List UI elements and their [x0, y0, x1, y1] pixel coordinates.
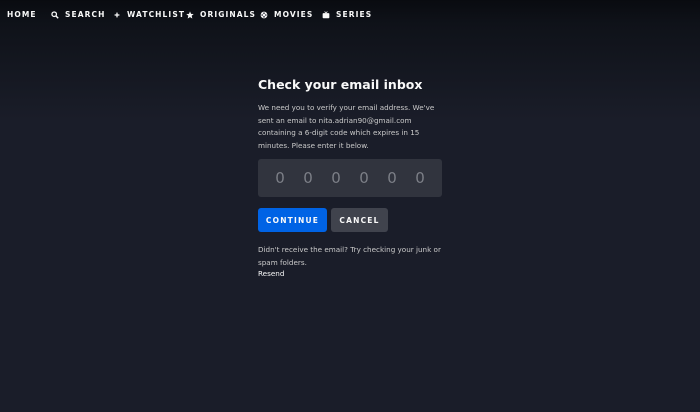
nav-item-originals[interactable]: ORIGINALS: [185, 10, 256, 19]
nav-item-originals-label: ORIGINALS: [200, 10, 257, 19]
nav-item-home[interactable]: HOME: [7, 10, 37, 19]
nav-item-watchlist[interactable]: WATCHLIST: [112, 10, 185, 19]
search-icon: [50, 10, 59, 19]
code-digit-5[interactable]: 0: [382, 169, 402, 187]
star-icon: [185, 10, 194, 19]
nav-item-home-label: HOME: [7, 10, 37, 19]
verify-email-panel: Check your email inbox We need you to ve…: [258, 76, 444, 278]
cancel-button[interactable]: CANCEL: [331, 208, 388, 232]
nav-item-series[interactable]: SERIES: [321, 10, 372, 19]
tv-icon: [321, 10, 330, 19]
page-title: Check your email inbox: [258, 77, 423, 92]
verification-code-input[interactable]: 0 0 0 0 0 0: [258, 159, 442, 197]
nav-item-movies-label: MOVIES: [274, 10, 314, 19]
code-digit-6[interactable]: 0: [410, 169, 430, 187]
action-buttons: CONTINUE CANCEL: [258, 208, 388, 232]
film-reel-icon: [259, 10, 268, 19]
nav-item-series-label: SERIES: [336, 10, 373, 19]
code-digit-3[interactable]: 0: [326, 169, 346, 187]
resend-link[interactable]: Resend: [258, 268, 284, 280]
nav-item-search-label: SEARCH: [65, 10, 106, 19]
code-digit-1[interactable]: 0: [270, 169, 290, 187]
continue-button[interactable]: CONTINUE: [258, 208, 327, 232]
code-digit-2[interactable]: 0: [298, 169, 318, 187]
help-text: Didn't receive the email? Try checking y…: [258, 245, 441, 267]
nav-item-watchlist-label: WATCHLIST: [127, 10, 186, 19]
verification-description: We need you to verify your email address…: [258, 103, 435, 150]
code-digit-4[interactable]: 0: [354, 169, 374, 187]
plus-icon: [112, 10, 121, 19]
top-nav: HOME SEARCH WATCHLIST ORIGINALS MOVIES S…: [0, 0, 700, 32]
nav-item-search[interactable]: SEARCH: [50, 10, 106, 19]
nav-item-movies[interactable]: MOVIES: [259, 10, 313, 19]
